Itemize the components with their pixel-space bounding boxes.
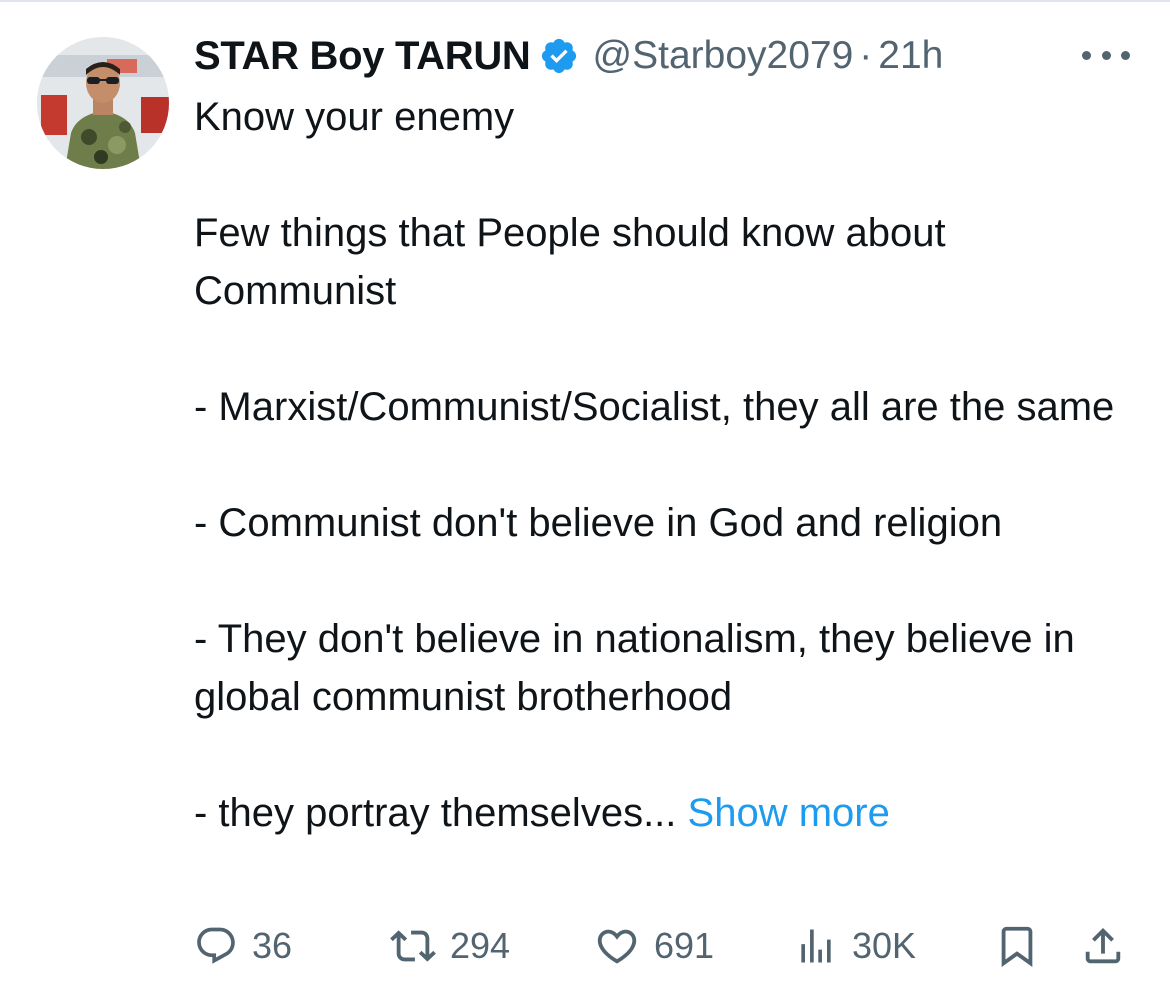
share-button[interactable] bbox=[1080, 920, 1126, 972]
like-button[interactable]: 691 bbox=[594, 920, 714, 972]
avatar[interactable] bbox=[37, 37, 169, 169]
tweet-line: Know your enemy bbox=[194, 95, 515, 139]
reply-count: 36 bbox=[252, 925, 293, 966]
tweet-text: Know your enemy Few things that People s… bbox=[194, 88, 1134, 842]
more-dot bbox=[1082, 50, 1091, 60]
views-button[interactable]: 30K bbox=[794, 920, 916, 972]
tweet-line: - They don't believe in nationalism, the… bbox=[194, 617, 1075, 719]
repost-count: 294 bbox=[450, 925, 511, 966]
divider bbox=[0, 0, 1170, 2]
tweet-line: Few things that People should know about… bbox=[194, 211, 946, 313]
like-count: 691 bbox=[654, 925, 715, 966]
bookmark-icon bbox=[994, 923, 1040, 969]
tweet-line: - Marxist/Communist/Socialist, they all … bbox=[194, 385, 1115, 429]
reply-button[interactable]: 36 bbox=[194, 920, 292, 972]
tweet-line: - Communist don't believe in God and rel… bbox=[194, 501, 1003, 545]
views-count: 30K bbox=[852, 925, 917, 966]
share-icon bbox=[1080, 923, 1126, 969]
tweet-line-last: - they portray themselves... Show more bbox=[194, 784, 1134, 842]
repost-icon bbox=[390, 923, 436, 969]
timestamp[interactable]: 21h bbox=[878, 34, 943, 78]
bookmark-button[interactable] bbox=[994, 920, 1040, 972]
tweet-header: STAR Boy TARUN @Starboy2079 · 21h bbox=[194, 30, 943, 82]
more-dot bbox=[1101, 50, 1111, 60]
user-handle[interactable]: @Starboy2079 bbox=[593, 34, 854, 78]
repost-button[interactable]: 294 bbox=[390, 920, 510, 972]
action-bar: 36 294 691 30K bbox=[194, 920, 1139, 972]
more-icon[interactable] bbox=[1082, 40, 1130, 70]
show-more-link[interactable]: Show more bbox=[688, 791, 890, 835]
heart-icon bbox=[594, 923, 640, 969]
more-dot bbox=[1121, 50, 1130, 60]
reply-icon bbox=[194, 924, 238, 968]
truncated-text: - they portray themselves... bbox=[194, 791, 677, 835]
views-icon bbox=[794, 924, 838, 968]
verified-badge-icon bbox=[539, 36, 579, 76]
display-name[interactable]: STAR Boy TARUN bbox=[194, 34, 531, 79]
time-separator: · bbox=[859, 34, 873, 77]
